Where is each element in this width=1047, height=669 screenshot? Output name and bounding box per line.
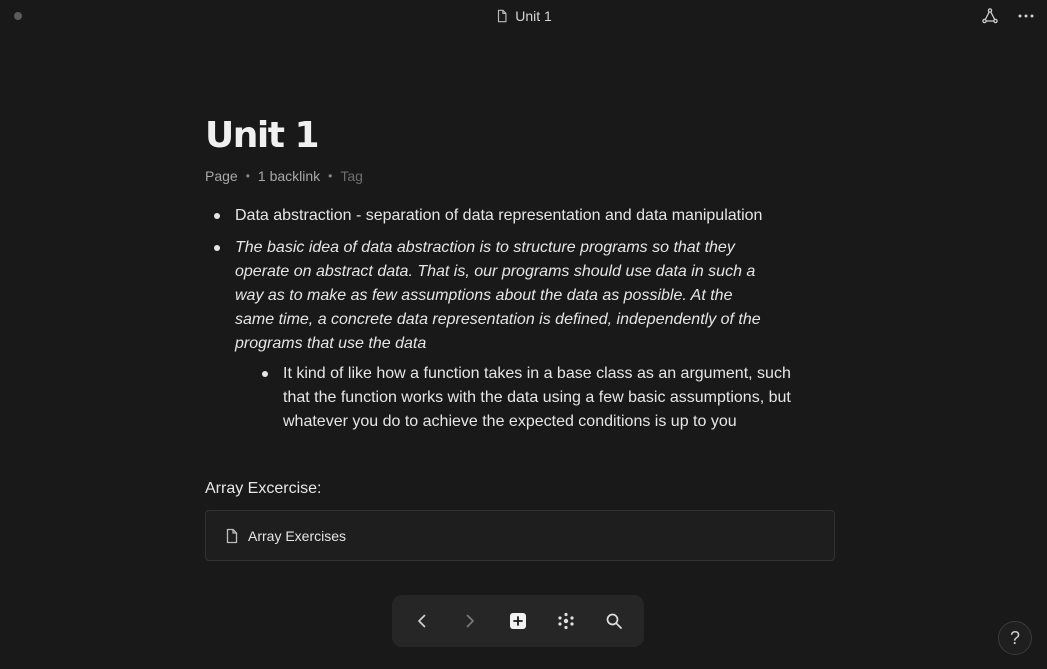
graph-icon[interactable] (548, 603, 584, 639)
backlinks-link[interactable]: 1 backlink (258, 168, 320, 184)
search-icon[interactable] (596, 603, 632, 639)
page-type: Page (205, 168, 238, 184)
help-button[interactable]: ? (998, 621, 1032, 655)
top-bar: Unit 1 (0, 0, 1047, 32)
linked-page-title: Array Exercises (248, 527, 347, 544)
page-title[interactable]: Unit 1 (205, 110, 837, 162)
tag-field[interactable]: Tag (340, 168, 363, 184)
meta-separator: • (245, 169, 250, 183)
more-options-icon[interactable] (1015, 5, 1037, 27)
back-icon[interactable] (404, 603, 440, 639)
bullet-text: Data abstraction - separation of data re… (235, 207, 763, 224)
meta-separator: • (328, 169, 333, 183)
bullet-item[interactable]: The basic idea of data abstraction is to… (205, 236, 837, 434)
sub-bullet-text: It kind of like how a function takes in … (283, 365, 791, 430)
linked-page-card[interactable]: Array Exercises (205, 510, 835, 561)
tab-title-label: Unit 1 (515, 8, 552, 24)
sub-bullet-list: It kind of like how a function takes in … (235, 362, 837, 434)
forward-icon[interactable] (452, 603, 488, 639)
sub-bullet-item[interactable]: It kind of like how a function takes in … (235, 362, 819, 434)
page-icon (226, 528, 238, 543)
page-content: Unit 1 Page • 1 backlink • Tag Data abst… (205, 110, 837, 561)
page-icon (498, 9, 507, 23)
new-page-icon[interactable] (500, 603, 536, 639)
bottom-toolbar (392, 595, 644, 647)
page-meta: Page • 1 backlink • Tag (205, 168, 837, 184)
bullet-item[interactable]: Data abstraction - separation of data re… (205, 204, 837, 228)
section-label: Array Excercise: (205, 480, 322, 497)
bullet-text: The basic idea of data abstraction is to… (235, 239, 761, 352)
graph-view-icon[interactable] (979, 5, 1001, 27)
tab-title[interactable]: Unit 1 (0, 8, 1047, 24)
bullet-list: Data abstraction - separation of data re… (205, 204, 837, 434)
